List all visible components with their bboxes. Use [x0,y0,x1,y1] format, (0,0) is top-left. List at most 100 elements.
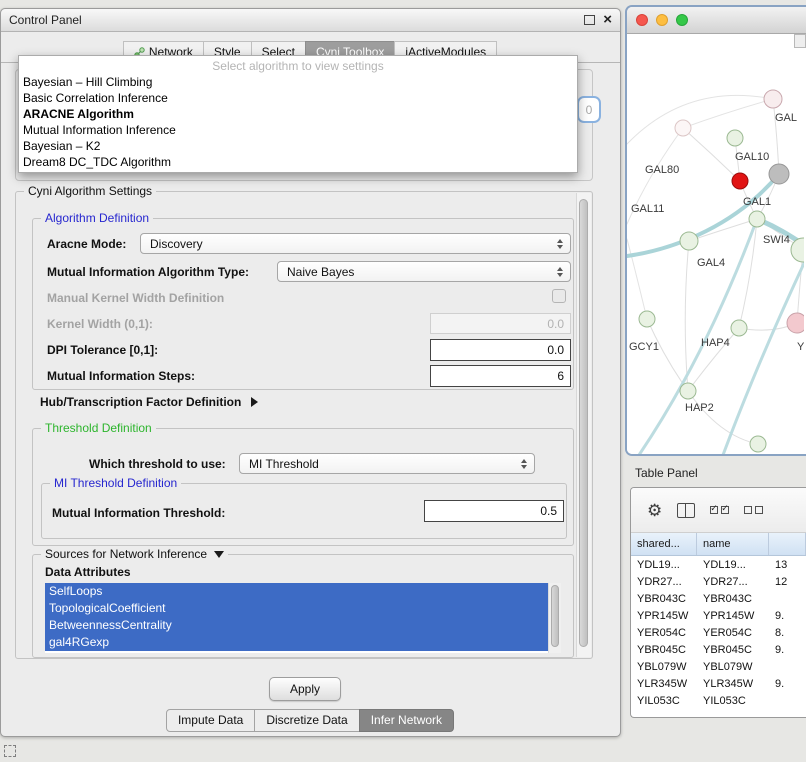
apply-button-label: Apply [290,682,320,696]
sources-legend-label: Sources for Network Inference [45,547,207,561]
aracne-mode-combo[interactable]: Discovery [140,233,571,254]
dock-panel-icon[interactable] [4,745,16,757]
settings-scrollbar-thumb[interactable] [579,199,588,647]
mi-type-label: Mutual Information Algorithm Type: [47,265,249,279]
node[interactable] [680,232,698,250]
tab-infer-network[interactable]: Infer Network [359,709,454,732]
table-row[interactable]: YER054C YER054C 8. [631,624,806,641]
expander-collapsed-icon [251,397,258,407]
list-item[interactable]: gal4RGexp [45,634,548,651]
kernel-width-label: Kernel Width (0,1): [47,317,153,331]
node[interactable] [639,311,655,327]
cell: 9. [769,610,806,622]
dropdown-item[interactable]: Bayesian – Hill Climbing [19,74,577,90]
table-toolbar [631,488,806,533]
node[interactable] [750,436,766,452]
network-window-titlebar[interactable] [627,7,806,34]
table-row[interactable]: YDL19... YDL19... 13 [631,556,806,573]
which-threshold-combo[interactable]: MI Threshold [239,453,535,474]
node-label: GCY1 [629,341,659,353]
dropdown-item[interactable]: Bayesian – K2 [19,138,577,154]
mi-threshold-group: MI Threshold Definition Mutual Informati… [41,483,567,539]
tab-impute-data[interactable]: Impute Data [166,709,255,732]
column-header[interactable]: shared... [631,533,697,555]
cell: YBL079W [631,661,697,673]
node-label: Y [797,341,804,353]
table-row[interactable]: YBL079W YBL079W [631,658,806,675]
mac-minimize-button[interactable] [656,14,668,26]
dropdown-item-selected[interactable]: ARACNE Algorithm [19,106,577,122]
table-settings-gear-icon[interactable] [647,502,662,519]
threshold-definition-legend: Threshold Definition [41,421,156,435]
unchecked-box-icon [755,506,763,514]
mi-steps-label: Mutual Information Steps: [47,369,195,383]
manual-kernel-label: Manual Kernel Width Definition [47,291,224,305]
node[interactable] [787,313,804,333]
settings-scrollbar[interactable] [576,193,591,657]
column-header[interactable]: name [697,533,769,555]
table-row[interactable]: YPR145W YPR145W 9. [631,607,806,624]
node-selected[interactable] [732,173,748,189]
window-title: Control Panel [9,13,82,27]
mi-steps-input[interactable]: 6 [430,365,571,387]
cell: YBR043C [697,593,769,605]
tab-label: Infer Network [371,713,442,727]
network-canvas[interactable]: GAL GAL80 GAL10 GAL11 GAL1 SWI4 GAL4 GCY… [627,34,806,455]
bottom-tab-bar: Impute Data Discretize Data Infer Networ… [1,709,620,732]
table-row[interactable]: YIL053C YIL053C [631,692,806,709]
node-label: GAL [775,112,797,124]
aracne-mode-value: Discovery [150,237,203,251]
cyni-algorithm-settings-group: Cyni Algorithm Settings Algorithm Defini… [15,191,593,659]
spinner-fragment-value: 0 [586,103,593,117]
table-row[interactable]: YBR045C YBR045C 9. [631,641,806,658]
table-panel-window: shared... name YDL19... YDL19... 13 YDR2… [630,487,806,718]
mi-type-combo[interactable]: Naive Bayes [277,261,571,282]
list-item[interactable]: SelfLoops [45,583,548,600]
sources-legend[interactable]: Sources for Network Inference [41,547,228,561]
column-header[interactable] [769,533,806,555]
node[interactable] [764,90,782,108]
close-icon[interactable] [603,14,612,26]
list-item[interactable]: TopologicalCoefficient [45,600,548,617]
dpi-tolerance-input[interactable]: 0.0 [430,339,571,361]
node[interactable] [680,383,696,399]
mi-threshold-input[interactable]: 0.5 [424,500,564,522]
dpi-tolerance-value: 0.0 [547,343,564,357]
mac-zoom-button[interactable] [676,14,688,26]
mi-threshold-label: Mutual Information Threshold: [52,506,225,520]
mac-close-button[interactable] [636,14,648,26]
screen: Control Panel Network Style Select [0,0,806,762]
list-item[interactable]: BetweennessCentrality [45,617,548,634]
threshold-definition-group: Threshold Definition Which threshold to … [32,428,574,546]
apply-button[interactable]: Apply [269,677,341,701]
table-row[interactable]: YBR043C YBR043C [631,590,806,607]
node[interactable] [791,238,804,262]
attribute-list-scrollbar[interactable] [548,583,561,653]
node[interactable] [749,211,765,227]
node-label: GAL4 [697,257,725,269]
select-all-icon[interactable] [710,506,729,514]
combo-arrows-icon [521,459,527,469]
attr-rows: SelfLoops TopologicalCoefficient Between… [45,583,548,653]
dropdown-item[interactable]: Dream8 DC_TDC Algorithm [19,154,577,170]
node[interactable] [675,120,691,136]
table-row[interactable]: YDR27... YDR27... 12 [631,573,806,590]
dropdown-item[interactable]: Mutual Information Inference [19,122,577,138]
cell: YER054C [631,627,697,639]
dropdown-prompt: Select algorithm to view settings [19,58,577,74]
node-hub[interactable] [769,164,789,184]
combo-arrows-icon [557,239,563,249]
control-panel-titlebar[interactable]: Control Panel [1,9,620,32]
checked-box-icon [721,506,729,514]
hub-definition-expander[interactable]: Hub/Transcription Factor Definition [40,395,258,409]
dropdown-item[interactable]: Basic Correlation Inference [19,90,577,106]
float-window-icon[interactable] [584,15,595,25]
attribute-list-scrollbar-thumb[interactable] [551,585,559,647]
node[interactable] [727,130,743,146]
tab-discretize-data[interactable]: Discretize Data [254,709,359,732]
deselect-all-icon[interactable] [744,506,763,514]
node[interactable] [731,320,747,336]
which-threshold-label: Which threshold to use: [89,457,226,471]
show-columns-icon[interactable] [677,503,695,518]
table-row[interactable]: YLR345W YLR345W 9. [631,675,806,692]
